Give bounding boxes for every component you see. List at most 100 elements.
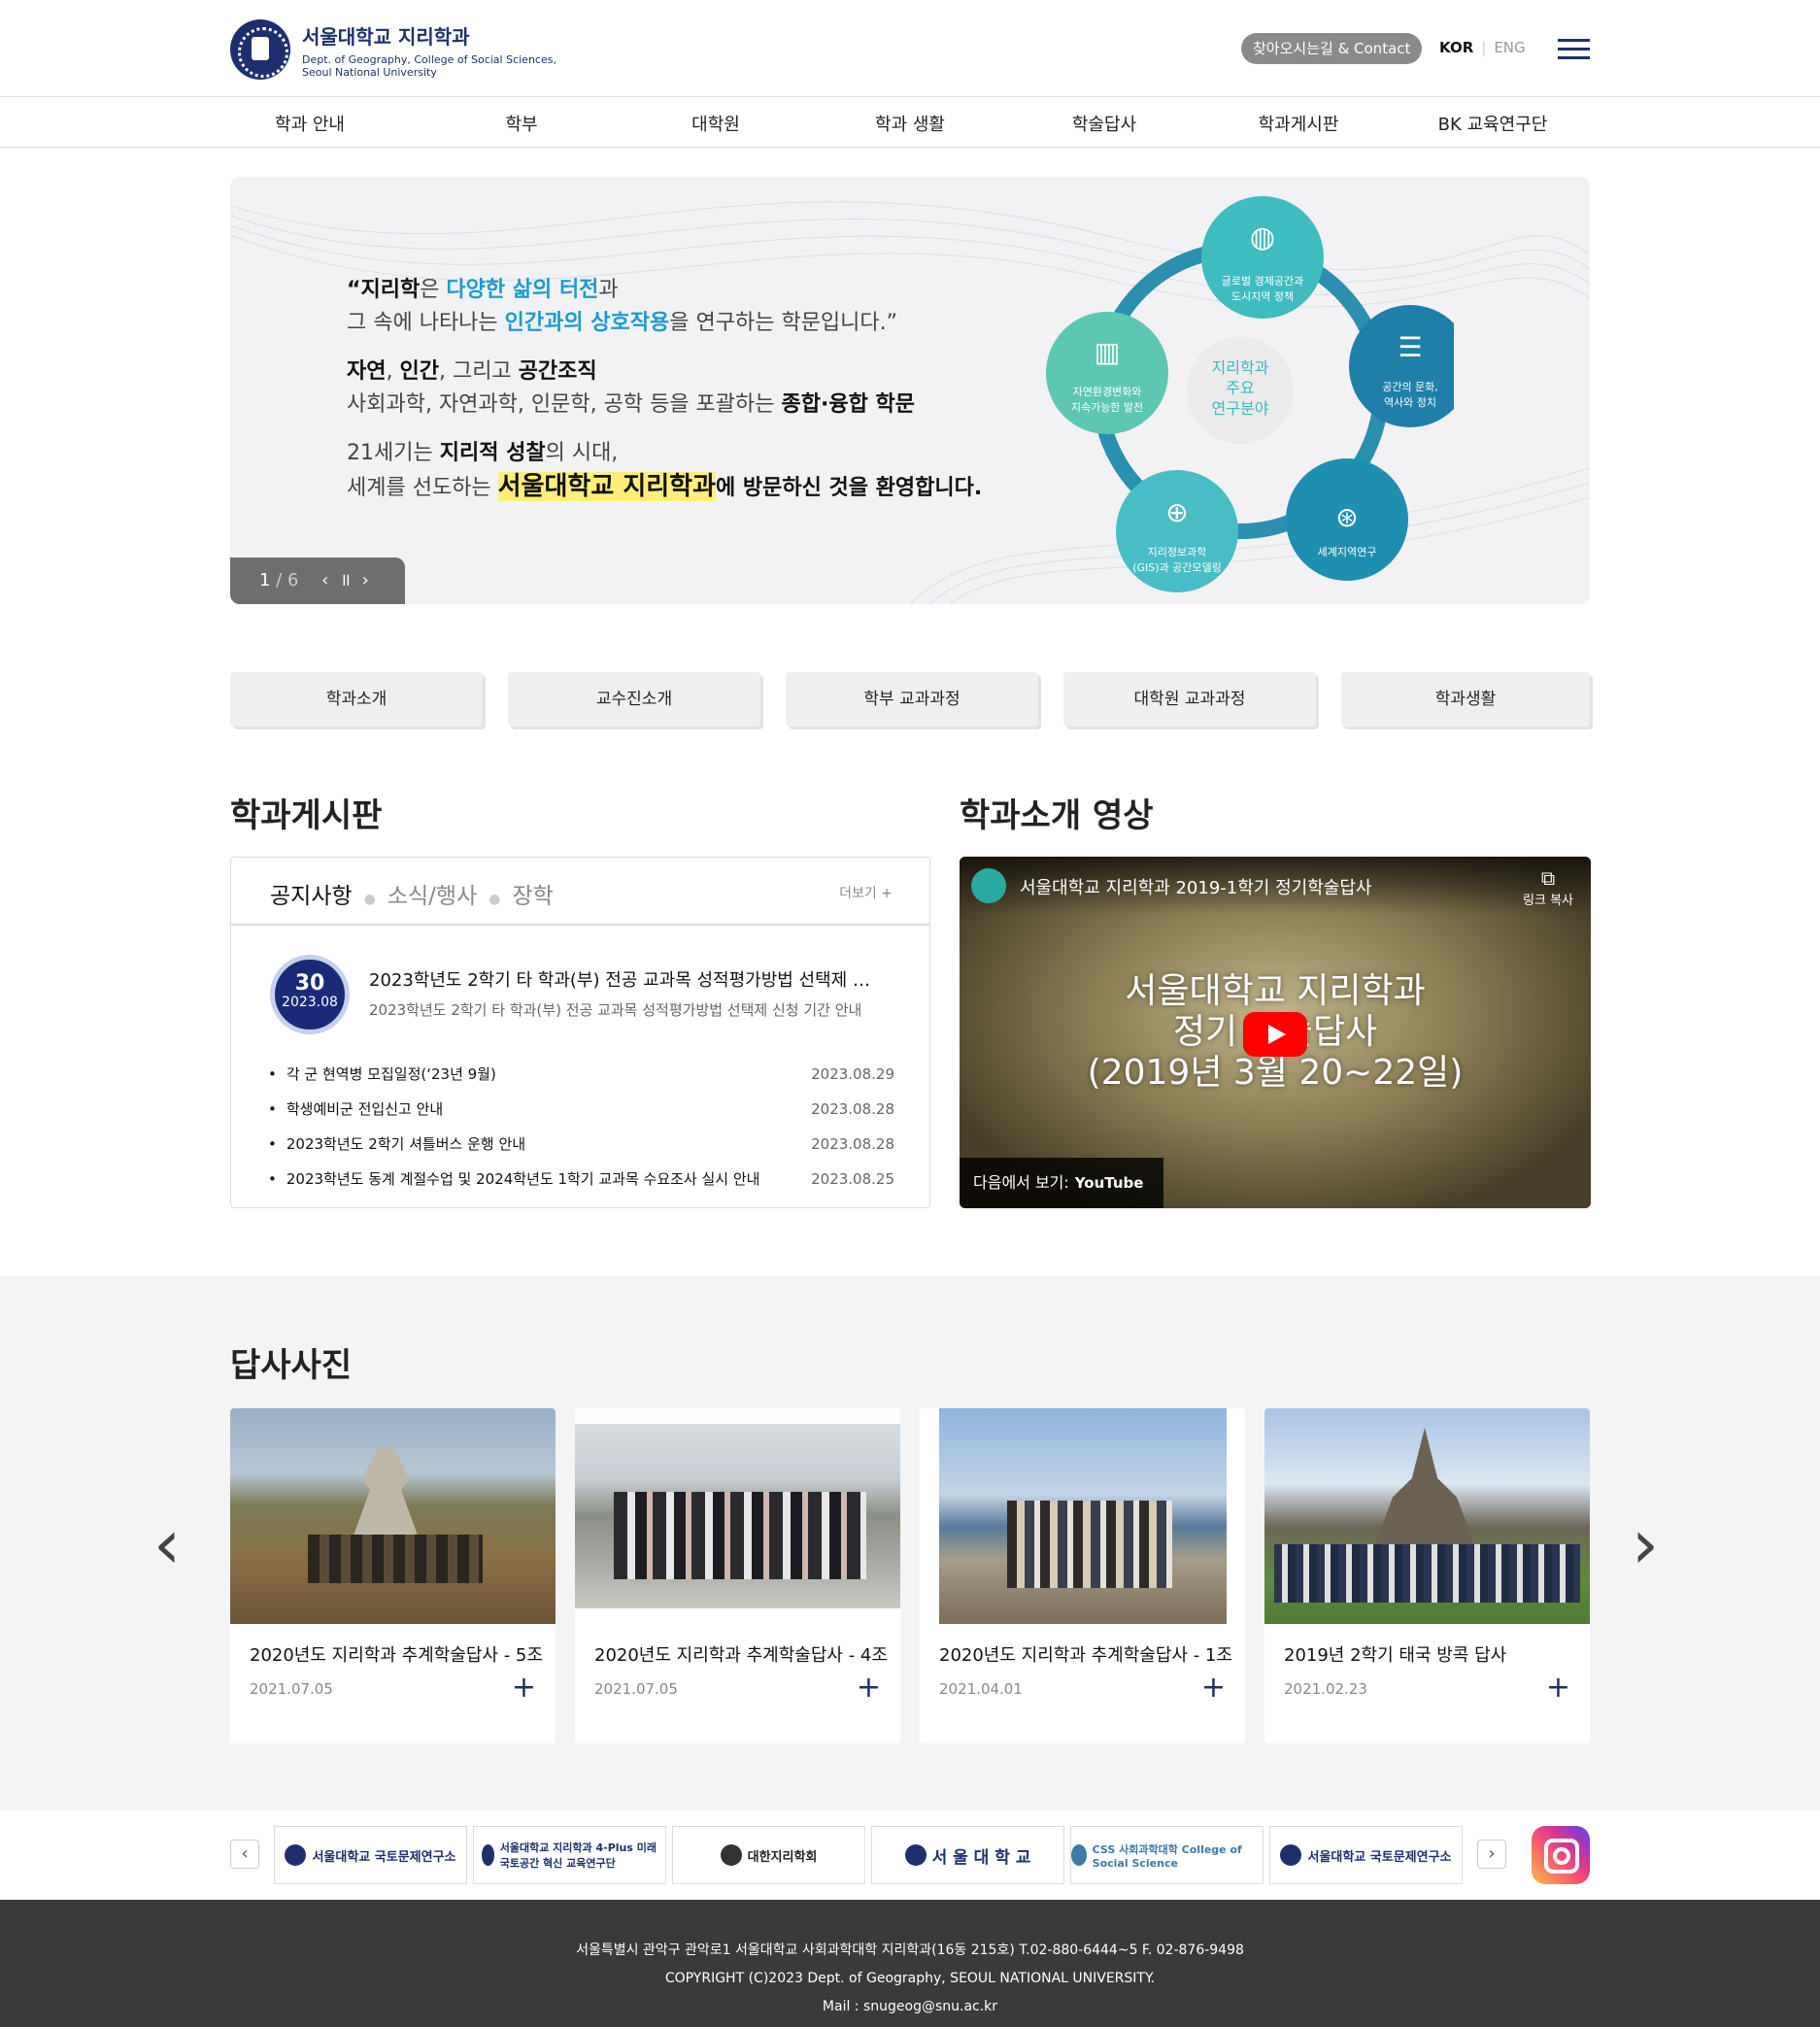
nav-bk-center[interactable]: BK 교육연구단 — [1396, 111, 1590, 136]
svg-text:글로벌 경제공간과: 글로벌 경제공간과 — [1222, 275, 1303, 287]
prev-slide-icon[interactable]: ‹ — [321, 570, 328, 591]
hamburger-menu-icon[interactable] — [1558, 39, 1590, 60]
gallery-card[interactable]: 2020년도 지리학과 추계학술답사 - 5조 2021.07.05 + — [230, 1408, 556, 1743]
svg-text:지속가능한 발전: 지속가능한 발전 — [1071, 401, 1143, 414]
logo-subtitle-2: Seoul National University — [302, 65, 437, 79]
quick-link-student-life[interactable]: 학과생활 — [1341, 672, 1590, 726]
play-button-icon[interactable] — [1243, 1012, 1307, 1057]
svg-text:세계지역연구: 세계지역연구 — [1318, 546, 1377, 558]
nav-undergraduate[interactable]: 학부 — [424, 111, 619, 136]
research-areas-diagram: 지리학과 주요 연구분야 글로벌 경제공간과 도시지역 정책 ◍ 공간의 문화,… — [1046, 196, 1454, 592]
diagram-center-line3: 연구분야 — [1212, 399, 1269, 418]
partner-logo[interactable]: CSS 사회과학대학 College of Social Science — [1070, 1826, 1264, 1884]
partner-next-icon[interactable]: › — [1477, 1840, 1506, 1869]
copy-icon: ⧉ — [1540, 866, 1556, 890]
instagram-icon[interactable] — [1532, 1826, 1590, 1884]
video-title[interactable]: 서울대학교 지리학과 2019-1학기 정기학술답사 — [1020, 874, 1371, 899]
trip-photo — [230, 1408, 556, 1624]
svg-text:(GIS)과 공간모델링: (GIS)과 공간모델링 — [1132, 561, 1222, 574]
partner-logo[interactable]: 서 울 대 학 교 — [871, 1826, 1064, 1884]
logo-subtitle-1: Dept. of Geography, College of Social Sc… — [302, 52, 556, 66]
pause-icon[interactable]: ॥ — [340, 570, 351, 591]
partner-logo[interactable]: 서울대학교 국토문제연구소 — [274, 1826, 467, 1884]
intro-video-player[interactable]: 서울대학교 지리학과 2019-1학기 정기학술답사 ⧉ 링크 복사 서울대학교 … — [960, 857, 1591, 1208]
gallery-next-icon[interactable]: › — [1632, 1510, 1659, 1578]
partner-logo[interactable]: 대한지리학회 — [672, 1826, 865, 1884]
plus-icon[interactable]: + — [1546, 1673, 1570, 1703]
world-search-icon: ⊛ — [1335, 501, 1358, 533]
list-item[interactable]: 2023학년도 2학기 셔틀버스 운행 안내2023.08.28 — [268, 1127, 894, 1162]
gallery-section-title: 답사사진 — [230, 1346, 353, 1385]
featured-notice[interactable]: 30 2023.08 2023학년도 2학기 타 학과(부) 전공 교과목 성적… — [270, 955, 874, 1034]
channel-avatar-icon[interactable] — [971, 868, 1006, 903]
nav-field-trip[interactable]: 학술답사 — [1007, 111, 1201, 136]
tab-scholarship[interactable]: 장학 — [512, 884, 553, 909]
svg-text:공간의 문화,: 공간의 문화, — [1382, 381, 1438, 393]
globe-icon: ◍ — [1250, 220, 1275, 254]
pager-total: / 6 — [270, 570, 299, 591]
notice-list: 각 군 현역병 모집일정(‘23년 9월)2023.08.29 학생예비군 전입… — [268, 1057, 894, 1197]
chart-icon: ▥ — [1095, 336, 1120, 368]
watch-on-youtube[interactable]: 다음에서 보기: YouTube — [960, 1158, 1163, 1208]
list-item[interactable]: 2023학년도 동계 계절수업 및 2024학년도 1학기 교과목 수요조사 실… — [268, 1162, 894, 1197]
footer-copyright: COPYRIGHT (C)2023 Dept. of Geography, SE… — [664, 1971, 1156, 1986]
quick-link-faculty[interactable]: 교수진소개 — [508, 672, 760, 726]
quick-link-undergrad-curriculum[interactable]: 학부 교과과정 — [786, 672, 1038, 726]
svg-text:지리정보과학: 지리정보과학 — [1148, 546, 1207, 558]
quick-link-about[interactable]: 학과소개 — [230, 672, 483, 726]
logo-title: 서울대학교 지리학과 — [302, 24, 470, 49]
featured-summary: 2023학년도 2학기 타 학과(부) 전공 교과목 성적평가방법 선택제 신청… — [369, 1001, 862, 1019]
hero-slider: “지리학은 다양한 삶의 터전과 그 속에 나타나는 인간과의 상호작용을 연구… — [230, 177, 1590, 604]
nav-about[interactable]: 학과 안내 — [213, 111, 407, 136]
nav-student-life[interactable]: 학과 생활 — [813, 111, 1007, 136]
site-logo[interactable]: 서울대학교 지리학과 Dept. of Geography, College o… — [230, 19, 556, 80]
hero-copy: “지리학은 다양한 삶의 터전과 그 속에 나타나는 인간과의 상호작용을 연구… — [347, 278, 983, 501]
plus-icon[interactable]: + — [857, 1673, 881, 1703]
quick-link-grad-curriculum[interactable]: 대학원 교과과정 — [1063, 672, 1316, 726]
list-item[interactable]: 학생예비군 전입신고 안내2023.08.28 — [268, 1092, 894, 1127]
document-icon: ☰ — [1398, 331, 1422, 363]
partner-logo[interactable]: 서울대학교 지리학과 4-Plus 미래국토공간 혁신 교육연구단 — [473, 1826, 666, 1884]
pager-current: 1 — [259, 570, 271, 591]
trip-photo — [1264, 1408, 1590, 1624]
more-link[interactable]: 더보기 + — [839, 883, 893, 902]
tab-notice[interactable]: 공지사항 — [270, 884, 353, 909]
site-footer: 서울특별시 관악구 관악로1 서울대학교 사회과학대학 지리학과(16동 215… — [0, 1900, 1820, 2027]
snu-emblem-icon — [230, 19, 290, 80]
featured-date-badge: 30 2023.08 — [270, 955, 350, 1034]
svg-text:자연환경변화와: 자연환경변화와 — [1073, 386, 1142, 398]
youtube-logo: YouTube — [1074, 1174, 1144, 1192]
next-slide-icon[interactable]: › — [362, 570, 369, 591]
lang-eng-link[interactable]: ENG — [1494, 39, 1525, 56]
gis-globe-icon: ⊕ — [1165, 496, 1188, 528]
tab-news-events[interactable]: 소식/행사 — [388, 884, 477, 909]
svg-text:역사와 정치: 역사와 정치 — [1384, 396, 1436, 409]
copy-link-button[interactable]: ⧉ 링크 복사 — [1523, 866, 1573, 908]
notice-board: 공지사항 ● 소식/행사 ● 장학 더보기 + 30 2023.08 2023학년도 2… — [230, 857, 930, 1208]
board-tabs: 공지사항 ● 소식/행사 ● 장학 — [231, 858, 929, 926]
language-switch: KOR | ENG — [1439, 39, 1526, 56]
footer-mail[interactable]: Mail : snugeog@snu.ac.kr — [0, 1993, 1820, 2021]
diagram-center-line2: 주요 — [1226, 379, 1254, 397]
footer-address: 서울특별시 관악구 관악로1 서울대학교 사회과학대학 지리학과(16동 215… — [576, 1943, 1244, 1958]
contact-button[interactable]: 찾아오시는길 & Contact — [1241, 33, 1423, 64]
plus-icon[interactable]: + — [512, 1673, 536, 1703]
hero-pager: 1 / 6 ‹ ॥ › — [230, 557, 405, 604]
nav-graduate[interactable]: 대학원 — [619, 111, 813, 136]
lang-kor-link[interactable]: KOR — [1439, 39, 1473, 56]
site-header: 서울대학교 지리학과 Dept. of Geography, College o… — [0, 0, 1820, 97]
main-navigation: 학과 안내 학부 대학원 학과 생활 학술답사 학과게시판 BK 교육연구단 — [0, 97, 1820, 148]
gallery-card[interactable]: 2020년도 지리학과 추계학술답사 - 1조 2021.04.01 + — [920, 1408, 1245, 1743]
board-section-title: 학과게시판 — [230, 796, 383, 835]
gallery-prev-icon[interactable]: ‹ — [153, 1510, 181, 1578]
trip-photo — [575, 1424, 900, 1608]
gallery-card[interactable]: 2019년 2학기 태국 방콕 답사 2021.02.23 + — [1264, 1408, 1590, 1743]
featured-title[interactable]: 2023학년도 2학기 타 학과(부) 전공 교과목 성적평가방법 선택제 신청… — [369, 966, 874, 992]
list-item[interactable]: 각 군 현역병 모집일정(‘23년 9월)2023.08.29 — [268, 1057, 894, 1092]
partner-logo[interactable]: 서울대학교 국토문제연구소 — [1269, 1826, 1463, 1884]
nav-board[interactable]: 학과게시판 — [1201, 111, 1396, 136]
partner-prev-icon[interactable]: ‹ — [230, 1840, 259, 1869]
plus-icon[interactable]: + — [1201, 1673, 1226, 1703]
gallery-card[interactable]: 2020년도 지리학과 추계학술답사 - 4조 2021.07.05 + — [575, 1408, 900, 1743]
trip-photo — [939, 1408, 1227, 1624]
